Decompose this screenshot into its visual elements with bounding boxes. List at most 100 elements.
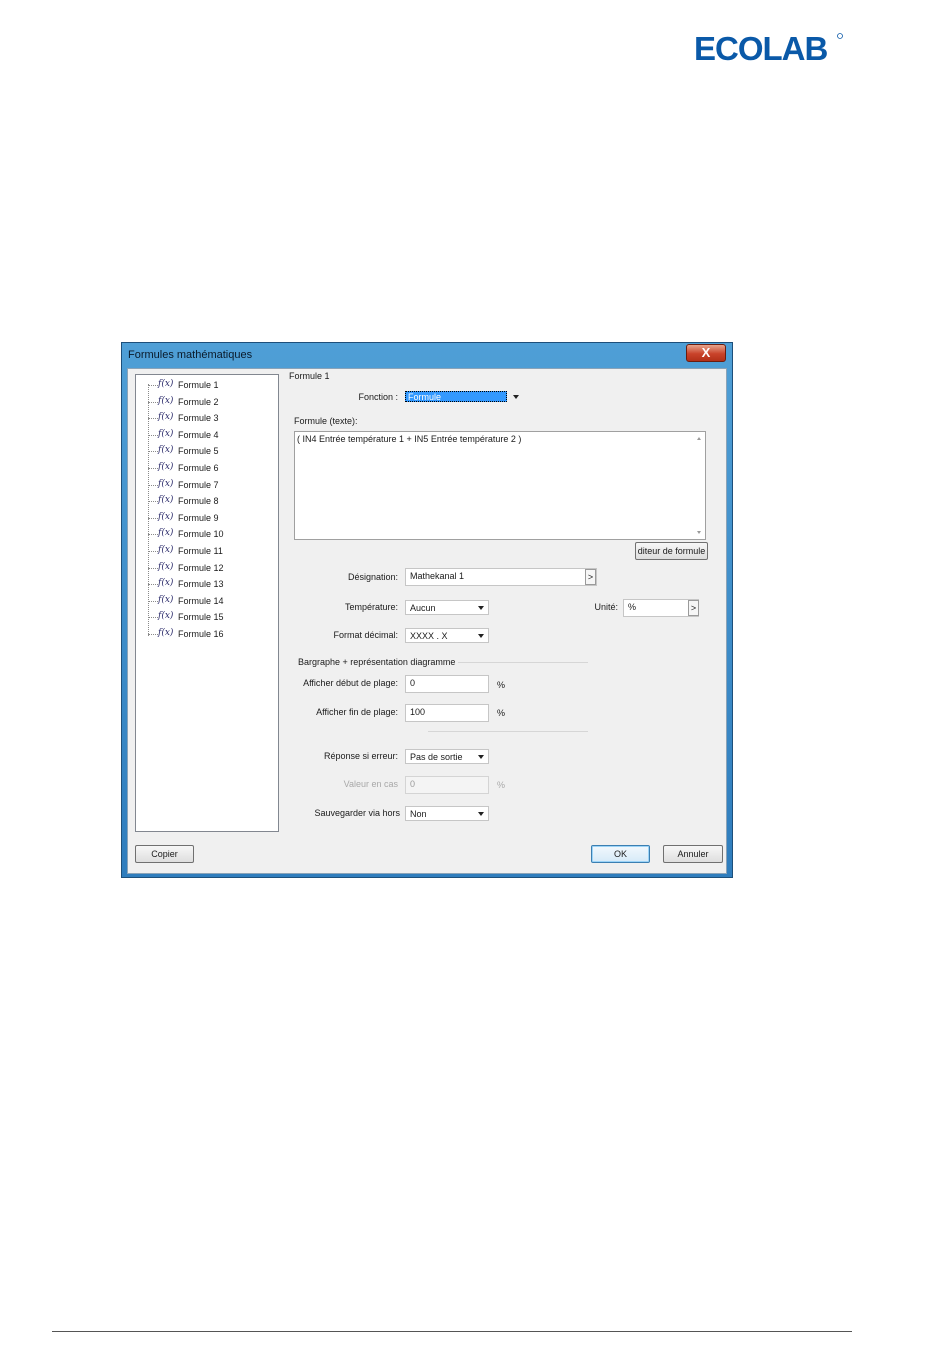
tree-item-label: Formule 1	[178, 380, 219, 390]
tree-branch-line	[148, 551, 158, 552]
tree-branch-line	[148, 617, 158, 619]
sauvegarder-select[interactable]: Non	[405, 806, 489, 821]
titlebar: Formules mathématiques X	[122, 343, 732, 368]
valeur-cas-value: 0	[410, 779, 416, 789]
chevron-down-icon	[478, 812, 484, 816]
valeur-cas-field: 0	[405, 776, 489, 794]
temperature-value: Aucun	[410, 603, 436, 613]
dialog-client: f(x) Formule 1 f(x) Formule 2 f(x) Formule 3f…	[127, 368, 727, 874]
section-divider	[458, 662, 588, 663]
scroll-up-icon[interactable]	[697, 437, 701, 440]
formula-tree[interactable]: f(x) Formule 1 f(x) Formule 2 f(x) Formule 3f…	[135, 374, 279, 832]
chevron-down-icon	[513, 395, 519, 399]
valeur-cas-unit: %	[497, 780, 506, 790]
function-icon: f(x)	[158, 412, 174, 423]
tree-item[interactable]: f(x) Formule 13	[136, 578, 276, 592]
tree-branch-line	[148, 534, 158, 536]
designation-browse-button[interactable]: >	[585, 569, 596, 585]
function-icon: f(x)	[158, 478, 174, 489]
fonction-label: Fonction :	[358, 392, 398, 402]
tree-item[interactable]: f(x) Formule 1	[136, 379, 276, 393]
formula-textarea[interactable]: ( IN4 Entrée température 1 + IN5 Entrée …	[294, 431, 706, 540]
scroll-down-icon[interactable]	[697, 531, 701, 534]
tree-item-label: Formule 13	[178, 579, 224, 590]
tree-item[interactable]: f(x) Formule 5	[136, 445, 276, 459]
sauvegarder-value: Non	[410, 809, 427, 819]
designation-label: Désignation:	[347, 572, 398, 582]
tree-item[interactable]: f(x) Formule 15	[136, 611, 276, 625]
function-icon: f(x)	[158, 495, 174, 506]
function-icon: f(x)	[158, 379, 174, 389]
tree-item[interactable]: f(x) Formule 3	[136, 412, 276, 426]
function-icon: f(x)	[158, 462, 174, 472]
tree-item-label: Formule 12	[178, 562, 224, 573]
function-icon: f(x)	[158, 578, 174, 589]
tree-item-label: Formule 7	[178, 479, 219, 490]
afficher-debut-label: Afficher début de plage:	[303, 678, 398, 688]
formula-editor-button[interactable]: diteur de formule	[635, 542, 708, 560]
function-icon: f(x)	[158, 628, 174, 638]
tree-branch-line	[148, 501, 158, 503]
reponse-erreur-label: Réponse si erreur:	[323, 751, 398, 761]
afficher-fin-value: 100	[410, 707, 426, 717]
unite-label: Unité:	[594, 602, 618, 612]
tree-item[interactable]: f(x) Formule 6	[136, 462, 276, 476]
section-title: Formule 1	[289, 371, 330, 381]
ecolab-logo-text: ECOLAB	[694, 30, 828, 64]
formula-text-value: ( IN4 Entrée température 1 + IN5 Entrée …	[297, 434, 522, 444]
tree-item[interactable]: f(x) Formule 9	[136, 512, 276, 526]
format-decimal-label: Format décimal:	[333, 630, 398, 640]
tree-item-label: Formule 8	[178, 496, 219, 507]
tree-item-label: Formule 6	[178, 463, 219, 473]
tree-item-label: Formule 11	[178, 546, 223, 556]
sauvegarder-label: Sauvegarder via hors	[314, 808, 400, 818]
tree-item[interactable]: f(x) Formule 4	[136, 429, 276, 443]
tree-item[interactable]: f(x) Formule 7	[136, 479, 276, 493]
tree-item[interactable]: f(x) Formule 2	[136, 396, 276, 410]
section-divider	[428, 731, 588, 732]
tree-branch-line	[148, 517, 158, 519]
function-icon: f(x)	[158, 594, 174, 605]
tree-item[interactable]: f(x) Formule 12	[136, 562, 276, 576]
tree-item[interactable]: f(x) Formule 16	[136, 628, 276, 642]
reponse-erreur-value: Pas de sortie	[410, 752, 463, 762]
function-icon: f(x)	[158, 528, 174, 539]
chevron-down-icon	[478, 634, 484, 638]
ok-button[interactable]: OK	[591, 845, 650, 863]
afficher-debut-value: 0	[410, 678, 416, 688]
fonction-select[interactable]: Formule	[405, 390, 523, 405]
tree-item-label: Formule 2	[178, 396, 219, 407]
temperature-select[interactable]: Aucun	[405, 600, 489, 615]
close-button[interactable]: X	[686, 344, 726, 362]
tree-branch-line	[148, 584, 158, 586]
tree-item[interactable]: f(x) Formule 11	[136, 545, 276, 559]
reponse-erreur-select[interactable]: Pas de sortie	[405, 749, 489, 764]
tree-branch-line	[148, 385, 158, 386]
formula-text-label: Formule (texte):	[294, 416, 358, 426]
dialog-title: Formules mathématiques	[128, 349, 253, 361]
tree-item[interactable]: f(x) Formule 14	[136, 595, 276, 609]
ecolab-logo: ECOLAB	[694, 30, 843, 64]
footer-rule	[52, 1331, 852, 1332]
function-icon: f(x)	[158, 561, 174, 572]
function-icon: f(x)	[158, 611, 174, 622]
tree-branch-line	[148, 451, 158, 453]
unite-browse-button[interactable]: >	[688, 600, 699, 616]
afficher-fin-field[interactable]: 100	[405, 704, 489, 722]
afficher-debut-field[interactable]: 0	[405, 675, 489, 693]
tree-item[interactable]: f(x) Formule 10	[136, 528, 276, 542]
function-icon: f(x)	[158, 428, 174, 439]
designation-field[interactable]: Mathekanal 1	[405, 568, 597, 586]
tree-branch-line	[148, 401, 158, 403]
tree-branch-line	[148, 567, 158, 569]
tree-item[interactable]: f(x) Formule 8	[136, 495, 276, 509]
copier-button[interactable]: Copier	[135, 845, 194, 863]
tree-branch-line	[148, 468, 158, 469]
tree-branch-line	[148, 434, 158, 436]
annuler-button[interactable]: Annuler	[663, 845, 723, 863]
format-decimal-select[interactable]: XXXX . X	[405, 628, 489, 643]
tree-item-label: Formule 16	[178, 629, 224, 639]
tree-branch-line	[148, 418, 158, 420]
tree-branch-line	[148, 634, 158, 635]
tree-item-label: Formule 5	[178, 446, 219, 457]
